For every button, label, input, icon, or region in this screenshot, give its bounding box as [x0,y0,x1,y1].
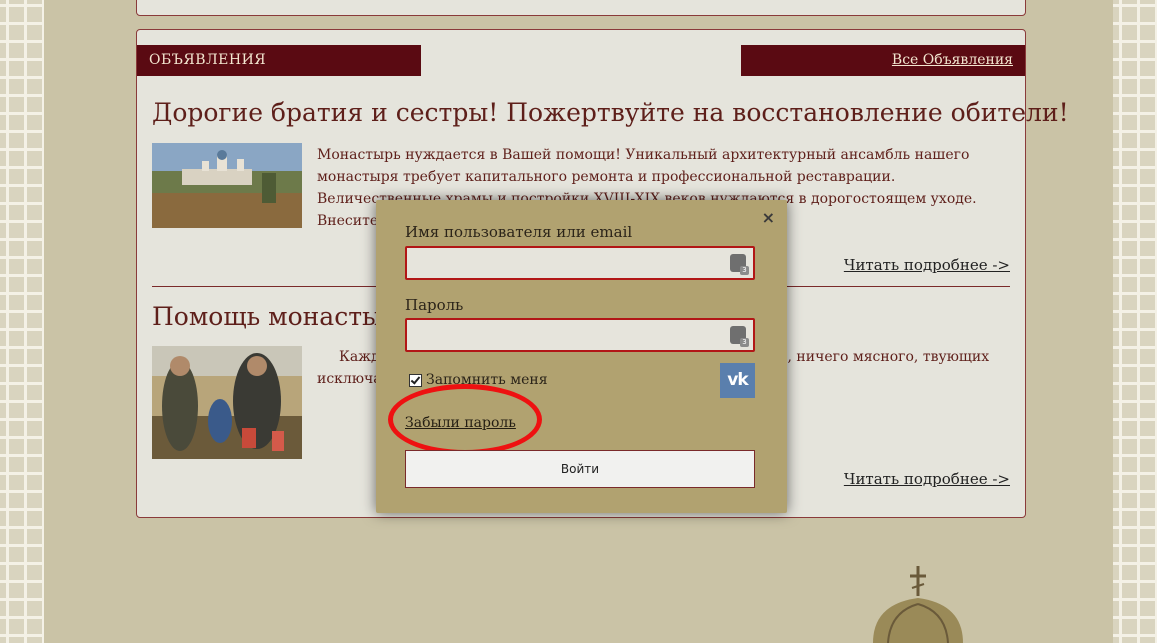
read-more-link[interactable]: Читать подробнее -> [844,470,1010,488]
password-manager-badge: 3 [740,338,749,347]
top-panel [136,0,1026,16]
password-label: Пароль [405,296,464,314]
decorative-border-right [1113,0,1157,643]
password-field-wrapper: 3 [405,318,755,352]
post-title[interactable]: Дорогие братия и сестры! Пожертвуйте на … [152,98,1069,127]
all-announcements-header: Все Объявления [741,45,1025,76]
monks-photo[interactable] [152,346,302,459]
username-field-wrapper: 3 [405,246,755,280]
vk-login-button[interactable]: vk [720,363,755,398]
church-dome-ornament [873,566,963,643]
monastery-photo[interactable] [152,143,302,228]
password-manager-badge: 3 [740,266,749,275]
all-announcements-link[interactable]: Все Объявления [892,52,1013,68]
remember-me-checkbox[interactable] [409,373,422,387]
decorative-border-left [0,0,44,643]
username-input[interactable] [407,248,733,276]
username-label: Имя пользователя или email [405,223,633,241]
announcements-header: ОБЪЯВЛЕНИЯ [137,45,421,76]
forgot-password-link[interactable]: Забыли пароль [405,415,516,431]
password-manager-icon[interactable]: 3 [730,254,749,275]
password-input[interactable] [407,320,733,348]
login-modal: × Имя пользователя или email 3 Пароль 3 … [376,200,787,513]
login-button[interactable]: Войти [405,450,755,488]
close-icon[interactable]: × [762,208,775,227]
password-manager-icon[interactable]: 3 [730,326,749,347]
read-more-link[interactable]: Читать подробнее -> [844,256,1010,274]
